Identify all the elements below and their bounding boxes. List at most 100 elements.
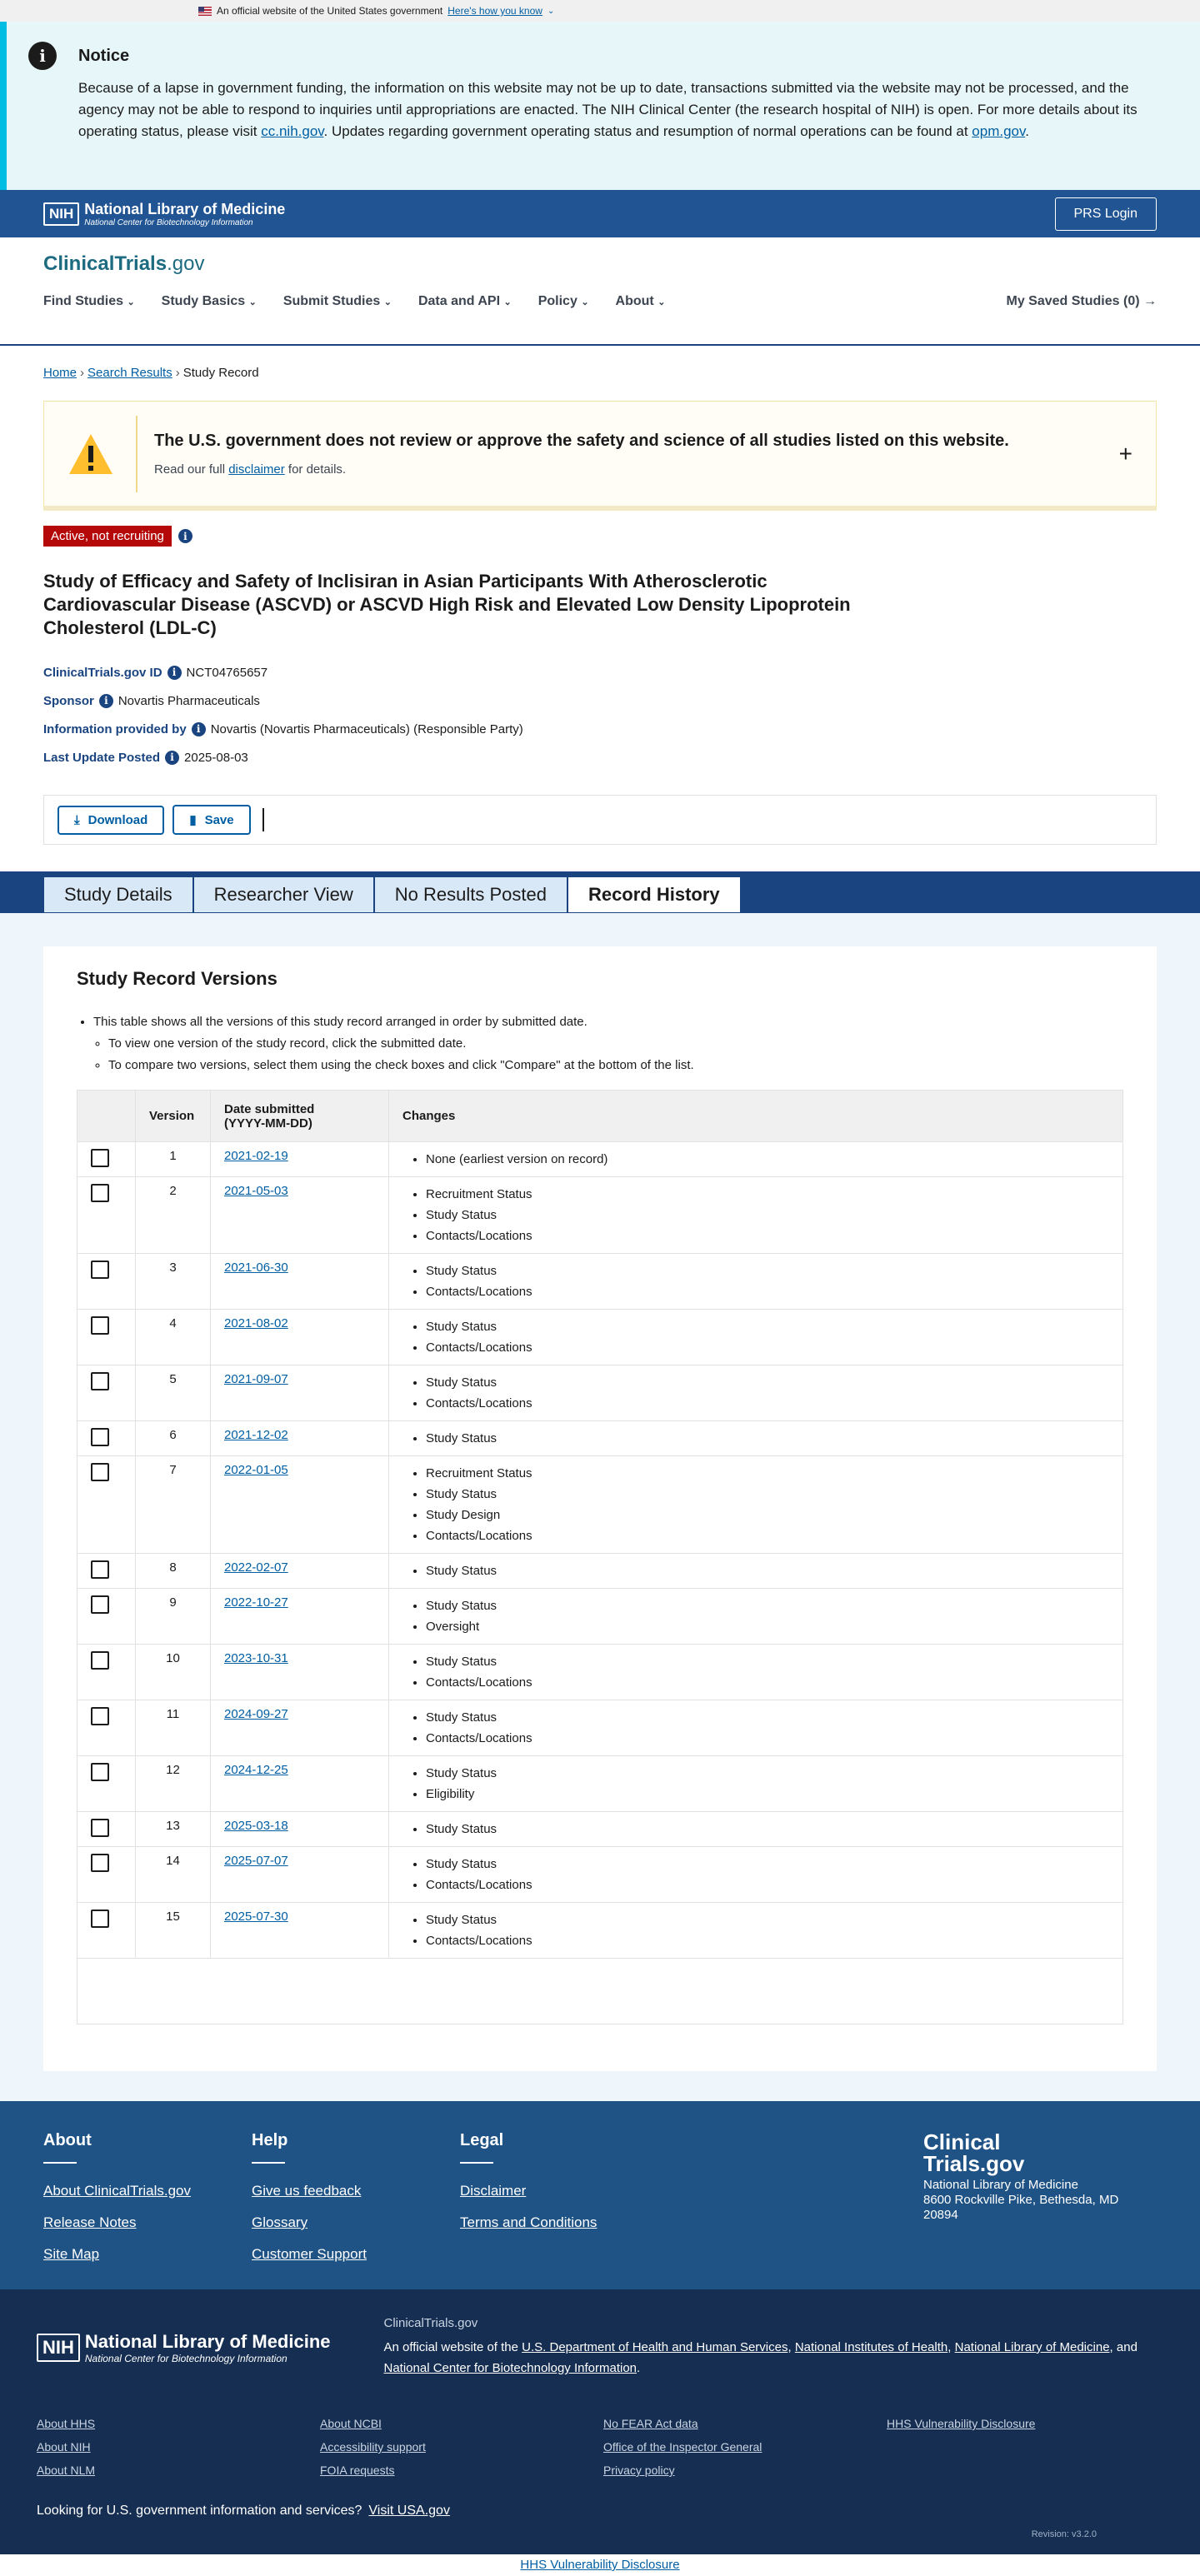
ncbi-link[interactable]: National Center for Biotechnology Inform… (384, 2361, 638, 2375)
tab-record-history[interactable]: Record History (567, 876, 741, 913)
heres-how-you-know-link[interactable]: Here's how you know (448, 5, 542, 17)
version-date-link[interactable]: 2022-02-07 (224, 1560, 288, 1575)
clinicaltrials-logo[interactable]: ClinicalTrials.gov (43, 252, 1157, 276)
disclaimer-pre: Read our full (154, 462, 229, 477)
nav-about[interactable]: About ⌄ (616, 294, 666, 309)
footer-link-glossary[interactable]: Glossary (252, 2207, 460, 2239)
notice-banner: i Notice Because of a lapse in governmen… (0, 22, 1200, 190)
table-row: 7 2022-01-05 Recruitment StatusStudy Statu… (78, 1456, 1122, 1554)
intro-item: This table shows all the versions of thi… (93, 1011, 1123, 1076)
version-checkbox[interactable] (91, 1428, 109, 1446)
footer-link-release-notes[interactable]: Release Notes (43, 2207, 252, 2239)
version-checkbox[interactable] (91, 1707, 109, 1725)
version-date-link[interactable]: 2021-06-30 (224, 1261, 288, 1275)
breadcrumb-home[interactable]: Home (43, 366, 77, 380)
expand-plus-icon[interactable]: + (1119, 441, 1132, 467)
opm-link[interactable]: opm.gov (972, 123, 1025, 139)
footer-link-about-nlm[interactable]: About NLM (37, 2462, 320, 2479)
version-checkbox[interactable] (91, 1149, 109, 1167)
cc-nih-link[interactable]: cc.nih.gov (261, 123, 323, 139)
table-row: 3 2021-06-30 Study StatusContacts/Location… (78, 1254, 1122, 1310)
version-checkbox[interactable] (91, 1372, 109, 1390)
table-row: 13 2025-03-18 Study Status (78, 1812, 1122, 1847)
breadcrumb-search-results[interactable]: Search Results (88, 366, 172, 380)
study-meta: ClinicalTrials.gov ID i NCT04765657 Sponso… (0, 640, 1200, 771)
nav-find-studies[interactable]: Find Studies ⌄ (43, 294, 135, 309)
version-checkbox[interactable] (91, 1854, 109, 1872)
prs-login-button[interactable]: PRS Login (1054, 197, 1157, 231)
footer-link-disclaimer[interactable]: Disclaimer (460, 2175, 668, 2207)
info-icon[interactable]: i (98, 693, 113, 708)
nlm-link[interactable]: National Library of Medicine (955, 2340, 1110, 2354)
footer-link-accessibility[interactable]: Accessibility support (320, 2439, 603, 2455)
version-date-link[interactable]: 2022-01-05 (224, 1463, 288, 1477)
footer-link-about-ct[interactable]: About ClinicalTrials.gov (43, 2175, 252, 2207)
intro-subitem: To compare two versions, select them usi… (108, 1055, 1123, 1076)
hhs-link[interactable]: U.S. Department of Health and Human Serv… (522, 2340, 788, 2354)
version-checkbox[interactable] (91, 1651, 109, 1670)
my-saved-studies-link[interactable]: My Saved Studies (0) → (1007, 294, 1158, 309)
version-date-link[interactable]: 2022-10-27 (224, 1595, 288, 1610)
nav-study-basics[interactable]: Study Basics ⌄ (162, 294, 257, 309)
version-date-link[interactable]: 2024-09-27 (224, 1707, 288, 1721)
version-cell: 9 (136, 1589, 211, 1644)
info-icon[interactable]: i (165, 750, 180, 765)
version-checkbox[interactable] (91, 1463, 109, 1481)
footer-link-about-ncbi[interactable]: About NCBI (320, 2415, 603, 2432)
us-flag-icon (198, 6, 212, 16)
version-checkbox[interactable] (91, 1316, 109, 1335)
nlm-footer-logo[interactable]: NIH National Library of Medicine Nationa… (37, 2316, 331, 2379)
date-cell: 2025-07-07 (211, 1847, 389, 1902)
version-date-link[interactable]: 2021-02-19 (224, 1149, 288, 1163)
nih-link[interactable]: National Institutes of Health (795, 2340, 948, 2354)
info-icon[interactable]: i (167, 665, 182, 680)
header-version: Version (136, 1091, 211, 1141)
footer-link-hhs-vuln[interactable]: HHS Vulnerability Disclosure (887, 2415, 1137, 2432)
version-checkbox[interactable] (91, 1763, 109, 1781)
version-date-link[interactable]: 2025-07-07 (224, 1854, 288, 1868)
tab-researcher-view[interactable]: Researcher View (192, 876, 374, 913)
nav-data-and-api[interactable]: Data and API ⌄ (418, 294, 512, 309)
footer-link-terms[interactable]: Terms and Conditions (460, 2207, 668, 2239)
tab-study-details[interactable]: Study Details (43, 876, 193, 913)
tab-no-results-posted[interactable]: No Results Posted (373, 876, 568, 913)
version-date-link[interactable]: 2021-05-03 (224, 1184, 288, 1198)
footer-link-privacy[interactable]: Privacy policy (603, 2462, 887, 2479)
version-checkbox[interactable] (91, 1595, 109, 1614)
version-date-link[interactable]: 2021-08-02 (224, 1316, 288, 1330)
info-icon[interactable]: i (178, 529, 192, 543)
nlm-logo[interactable]: NIH National Library of Medicine Nationa… (43, 201, 285, 227)
usa-gov-link[interactable]: Visit USA.gov (368, 2504, 450, 2518)
version-checkbox[interactable] (91, 1184, 109, 1202)
footer-link-feedback[interactable]: Give us feedback (252, 2175, 460, 2207)
nav-policy[interactable]: Policy ⌄ (538, 294, 589, 309)
version-checkbox[interactable] (91, 1819, 109, 1837)
save-button[interactable]: ▮ Save (172, 805, 251, 835)
version-date-link[interactable]: 2024-12-25 (224, 1763, 288, 1777)
info-icon[interactable]: i (191, 721, 206, 736)
footer-link-support[interactable]: Customer Support (252, 2239, 460, 2270)
version-checkbox[interactable] (91, 1910, 109, 1928)
footer-link-about-hhs[interactable]: About HHS (37, 2415, 320, 2432)
version-date-link[interactable]: 2025-07-30 (224, 1910, 288, 1924)
version-date-link[interactable]: 2023-10-31 (224, 1651, 288, 1665)
nav-submit-studies[interactable]: Submit Studies ⌄ (283, 294, 392, 309)
footer-link-no-fear[interactable]: No FEAR Act data (603, 2415, 887, 2432)
version-date-link[interactable]: 2025-03-18 (224, 1819, 288, 1833)
version-checkbox[interactable] (91, 1261, 109, 1279)
version-cell: 8 (136, 1554, 211, 1588)
version-date-link[interactable]: 2021-09-07 (224, 1372, 288, 1386)
footer-ct-logo[interactable]: Clinical Trials.gov (923, 2131, 1157, 2174)
footer-link-site-map[interactable]: Site Map (43, 2239, 252, 2270)
disclaimer-link[interactable]: disclaimer (228, 462, 285, 477)
footer-link-about-nih[interactable]: About NIH (37, 2439, 320, 2455)
version-date-link[interactable]: 2021-12-02 (224, 1428, 288, 1442)
changes-cell: Study StatusEligibility (389, 1756, 1122, 1811)
download-button[interactable]: ⤓ Download (58, 805, 165, 835)
meta-label: Sponsor (43, 693, 94, 708)
version-checkbox[interactable] (91, 1560, 109, 1579)
hhs-vulnerability-link[interactable]: HHS Vulnerability Disclosure (520, 2558, 679, 2572)
footer-link-foia[interactable]: FOIA requests (320, 2462, 603, 2479)
date-cell: 2024-12-25 (211, 1756, 389, 1811)
footer-link-oig[interactable]: Office of the Inspector General (603, 2439, 887, 2455)
